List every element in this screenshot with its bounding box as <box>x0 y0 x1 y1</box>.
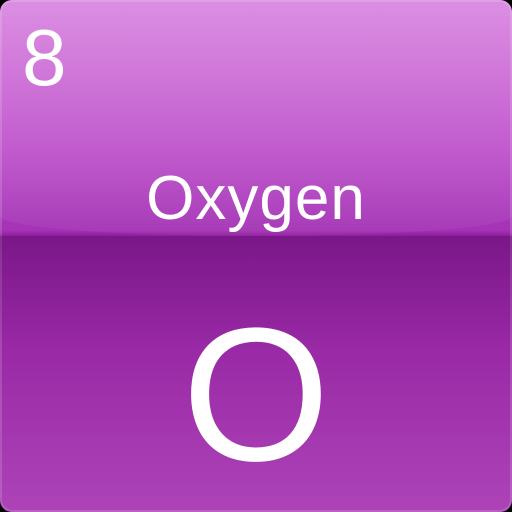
element-name: Oxygen <box>146 164 366 233</box>
atomic-number: 8 <box>22 13 67 102</box>
element-tile: 8 Oxygen O <box>0 0 512 512</box>
element-symbol: O <box>182 289 330 501</box>
